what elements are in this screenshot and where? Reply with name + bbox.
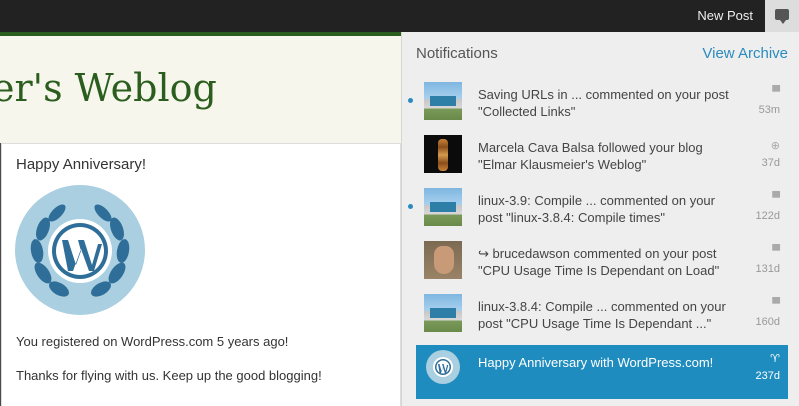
notification-line1: linux-3.8.4: Compile ... commented on yo… xyxy=(478,299,726,314)
notification-meta: ▀ 53m xyxy=(740,86,780,116)
blog-header: er's Weblog xyxy=(0,36,401,143)
admin-bar: New Post xyxy=(0,0,799,32)
notification-line1: linux-3.9: Compile ... commented on your xyxy=(478,193,715,208)
notification-time: 237d xyxy=(755,370,780,382)
trophy-icon: ♈ xyxy=(770,353,780,365)
notification-line2: post "linux-3.8.4: Compile times" xyxy=(478,210,665,225)
notifications-button[interactable] xyxy=(765,0,799,32)
notification-text: Saving URLs in ... commented on your pos… xyxy=(478,86,743,120)
panel-header: Notifications View Archive xyxy=(402,32,799,72)
anniversary-card: Happy Anniversary! You registered on Wor… xyxy=(1,143,401,406)
comment-icon: ▀ xyxy=(772,245,780,257)
unread-dot xyxy=(408,204,413,209)
wordpress-badge-thumbnail xyxy=(424,348,462,386)
notification-text: linux-3.9: Compile ... commented on your… xyxy=(478,192,743,226)
comment-icon: ▀ xyxy=(772,298,780,310)
notification-item[interactable]: linux-3.9: Compile ... commented on your… xyxy=(408,185,788,239)
bus-photo-thumbnail xyxy=(424,82,462,120)
notification-line2: post "CPU Usage Time Is Dependant ..." xyxy=(478,316,712,331)
blog-title[interactable]: er's Weblog xyxy=(0,66,217,110)
follow-icon: ⊕ xyxy=(770,140,780,152)
notification-text: linux-3.8.4: Compile ... commented on yo… xyxy=(478,298,743,332)
notification-line1: Saving URLs in ... commented on your pos… xyxy=(478,87,729,102)
notification-text: Marcela Cava Balsa followed your blog "E… xyxy=(478,139,743,173)
wordpress-anniversary-badge xyxy=(15,185,145,315)
notification-meta: ⊕ 37d xyxy=(740,139,780,169)
notification-item[interactable]: ↪ brucedawson commented on your post "CP… xyxy=(416,238,788,292)
notification-line2: "Elmar Klausmeier's Weblog" xyxy=(478,157,647,172)
notification-text: ↪ brucedawson commented on your post "CP… xyxy=(478,245,743,279)
card-title: Happy Anniversary! xyxy=(16,156,147,173)
comment-icon: ▀ xyxy=(772,192,780,204)
view-archive-link[interactable]: View Archive xyxy=(702,45,788,62)
notification-time: 37d xyxy=(761,157,780,169)
totem-photo-thumbnail xyxy=(424,135,462,173)
notifications-panel: Notifications View Archive Saving URLs i… xyxy=(401,32,799,406)
notification-time: 131d xyxy=(755,263,780,275)
notification-meta: ▀ 131d xyxy=(740,245,780,275)
unread-dot xyxy=(408,98,413,103)
registration-text: You registered on WordPress.com 5 years … xyxy=(16,334,289,349)
bus-photo-thumbnail xyxy=(424,188,462,226)
notification-time: 53m xyxy=(758,104,780,116)
notification-item-selected[interactable]: Happy Anniversary with WordPress.com! ♈ … xyxy=(416,345,788,399)
notification-text: Happy Anniversary with WordPress.com! xyxy=(478,354,743,371)
notification-line1: ↪ brucedawson commented on your post xyxy=(478,246,717,261)
notification-time: 160d xyxy=(755,316,780,328)
notification-item[interactable]: linux-3.8.4: Compile ... commented on yo… xyxy=(416,291,788,345)
notification-item[interactable]: Saving URLs in ... commented on your pos… xyxy=(408,79,788,133)
avatar-thumbnail xyxy=(424,241,462,279)
notification-meta: ▀ 122d xyxy=(740,192,780,222)
notification-line2: "Collected Links" xyxy=(478,104,576,119)
thanks-text: Thanks for flying with us. Keep up the g… xyxy=(16,368,322,383)
notification-line1: Happy Anniversary with WordPress.com! xyxy=(478,355,714,370)
new-post-link[interactable]: New Post xyxy=(697,0,753,32)
speech-bubble-icon xyxy=(775,9,789,24)
notification-line2: "CPU Usage Time Is Dependant on Load" xyxy=(478,263,720,278)
notification-line1: Marcela Cava Balsa followed your blog xyxy=(478,140,703,155)
notification-meta: ♈ 237d xyxy=(740,352,780,382)
bus-photo-thumbnail xyxy=(424,294,462,332)
notification-time: 122d xyxy=(755,210,780,222)
notification-meta: ▀ 160d xyxy=(740,298,780,328)
notification-item[interactable]: Marcela Cava Balsa followed your blog "E… xyxy=(416,132,788,186)
panel-title: Notifications xyxy=(416,45,498,62)
comment-icon: ▀ xyxy=(772,86,780,98)
